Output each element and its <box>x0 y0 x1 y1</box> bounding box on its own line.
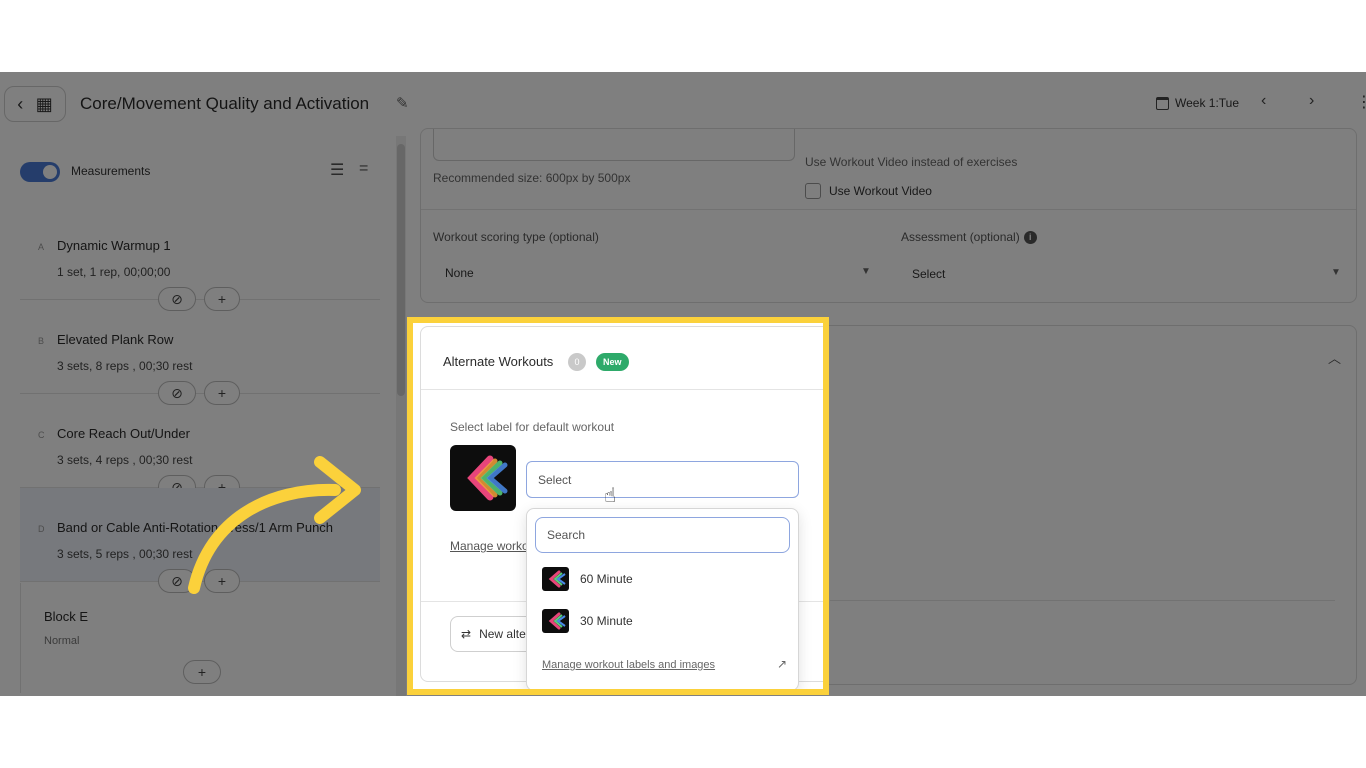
workout-logo-icon <box>450 445 516 511</box>
logo-graphic <box>548 612 566 630</box>
dropdown-manage-link[interactable]: Manage workout labels and images <box>542 659 715 671</box>
logo-graphic <box>548 570 566 588</box>
app-window: ‹ ▦ Core/Movement Quality and Activation… <box>0 72 1366 696</box>
external-link-icon[interactable]: ↗ <box>777 657 787 671</box>
option-label: 30 Minute <box>580 614 633 628</box>
count-badge: 0 <box>568 353 586 371</box>
tutorial-frame: ‹ ▦ Core/Movement Quality and Activation… <box>0 0 1366 768</box>
default-label-select[interactable]: Select <box>526 461 799 498</box>
search-placeholder: Search <box>547 528 586 542</box>
dropdown-option[interactable]: 30 Minute <box>542 609 633 633</box>
alternate-title: Alternate Workouts <box>443 354 554 369</box>
dropdown-search-input[interactable]: Search <box>535 517 790 553</box>
logo-graphic <box>467 455 508 501</box>
label-dropdown: Search 60 Minute 30 Minute Manage workou… <box>526 508 799 689</box>
select-placeholder: Select <box>538 472 572 487</box>
default-label-heading: Select label for default workout <box>450 420 615 434</box>
divider <box>421 389 823 390</box>
alternate-workouts-card: Alternate Workouts 0 New Select label fo… <box>420 326 823 689</box>
option-label: 60 Minute <box>580 572 633 586</box>
dropdown-option[interactable]: 60 Minute <box>542 567 633 591</box>
swap-icon: ⇄ <box>461 627 472 641</box>
workout-logo-icon <box>542 609 569 633</box>
tutorial-arrow-icon <box>188 456 361 594</box>
hand-cursor-icon: ☝ <box>604 485 617 507</box>
workout-logo-icon <box>542 567 569 591</box>
highlight-frame: Alternate Workouts 0 New Select label fo… <box>407 317 829 695</box>
new-badge: New <box>596 353 629 371</box>
